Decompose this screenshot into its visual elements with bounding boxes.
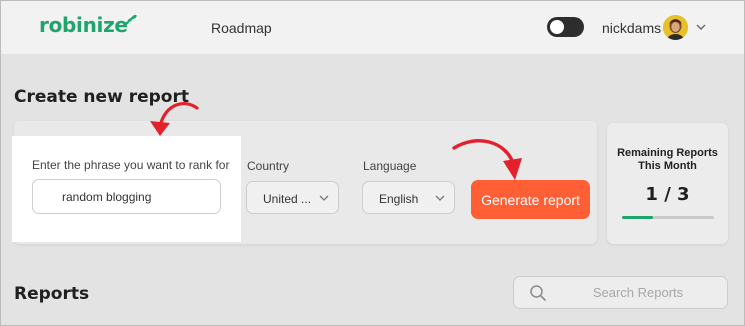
language-selected-value: English xyxy=(379,192,419,206)
top-navigation-bar: robinize Roadmap nickdams xyxy=(1,1,744,54)
remaining-reports-title: Remaining Reports This Month xyxy=(617,147,718,172)
theme-toggle[interactable] xyxy=(547,17,584,37)
curved-arrow-icon xyxy=(452,139,522,180)
chevron-down-icon xyxy=(435,195,445,201)
reports-title: Reports xyxy=(14,284,90,304)
search-icon xyxy=(530,285,546,301)
avatar-image xyxy=(663,15,688,40)
username[interactable]: nickdams xyxy=(602,20,661,36)
remaining-progress-bar xyxy=(622,216,714,219)
app-window: robinize Roadmap nickdams Create new rep… xyxy=(0,0,745,326)
leaf-icon xyxy=(124,14,137,26)
country-label: Country xyxy=(247,159,290,173)
language-select[interactable]: English xyxy=(362,181,455,214)
chevron-down-icon[interactable] xyxy=(694,20,708,34)
generate-report-button[interactable]: Generate report xyxy=(471,180,590,219)
nav-roadmap-link[interactable]: Roadmap xyxy=(211,20,272,36)
logo[interactable]: robinize xyxy=(39,13,128,37)
search-reports-input[interactable] xyxy=(558,278,718,307)
phrase-label: Enter the phrase you want to rank for xyxy=(32,158,230,172)
search-reports-box[interactable] xyxy=(513,276,728,309)
language-label: Language xyxy=(363,159,417,173)
country-select[interactable]: United ... xyxy=(246,181,339,214)
remaining-reports-count: 1 / 3 xyxy=(645,184,690,205)
chevron-down-icon xyxy=(319,195,329,201)
curved-arrow-icon xyxy=(150,102,199,136)
avatar[interactable] xyxy=(663,15,688,40)
remaining-reports-card: Remaining Reports This Month 1 / 3 xyxy=(607,123,728,244)
remaining-progress-fill xyxy=(622,216,653,219)
phrase-input[interactable] xyxy=(32,179,221,214)
country-selected-value: United ... xyxy=(263,192,312,206)
toggle-knob xyxy=(550,20,564,34)
